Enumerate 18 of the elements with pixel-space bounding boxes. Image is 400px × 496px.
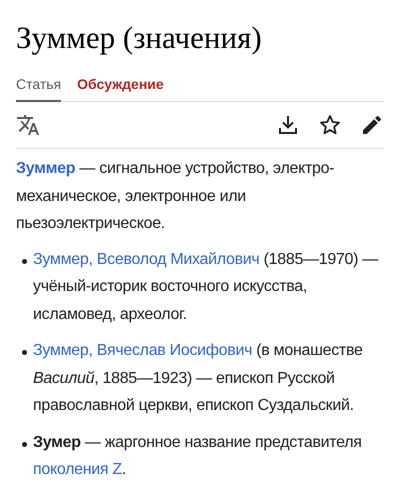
list-item-text: Зуммер, Всеволод Михайлович (1885—1970) — учёный-историк восточного искусства, исламовед, археолог. bbox=[33, 250, 380, 324]
bullet-icon bbox=[22, 442, 27, 446]
translate-icon[interactable] bbox=[16, 113, 40, 137]
star-icon[interactable] bbox=[318, 113, 342, 137]
article-link[interactable]: Зуммер bbox=[16, 160, 76, 177]
tab[interactable]: Статья bbox=[16, 72, 62, 102]
list-item-text: Зумер — жаргонное название представителя поколения Z. bbox=[33, 432, 363, 480]
bullet-icon bbox=[22, 258, 27, 264]
tab[interactable]: Обсуждение bbox=[77, 72, 164, 102]
article-link[interactable]: поколения Z bbox=[33, 461, 122, 478]
paragraph: Зуммер — сигнальное устройство, электро-механическое, электронное или пьезоэлектрическое. bbox=[16, 159, 336, 234]
list-item-text: Зуммер, Вячеслав Иосифович (в монашестве Василий, 1885—1923) — епископ Русской православной церкви, епископ Суздальский. bbox=[33, 341, 364, 416]
article-link[interactable]: Зуммер, Всеволод Михайлович bbox=[33, 250, 260, 268]
article-link[interactable]: Зуммер, Вячеслав Иосифович bbox=[33, 342, 252, 359]
edit-icon[interactable] bbox=[360, 113, 384, 137]
bullet-icon bbox=[22, 350, 27, 355]
download-icon[interactable] bbox=[276, 113, 300, 137]
page-title: Зуммер (значения) bbox=[16, 19, 263, 57]
